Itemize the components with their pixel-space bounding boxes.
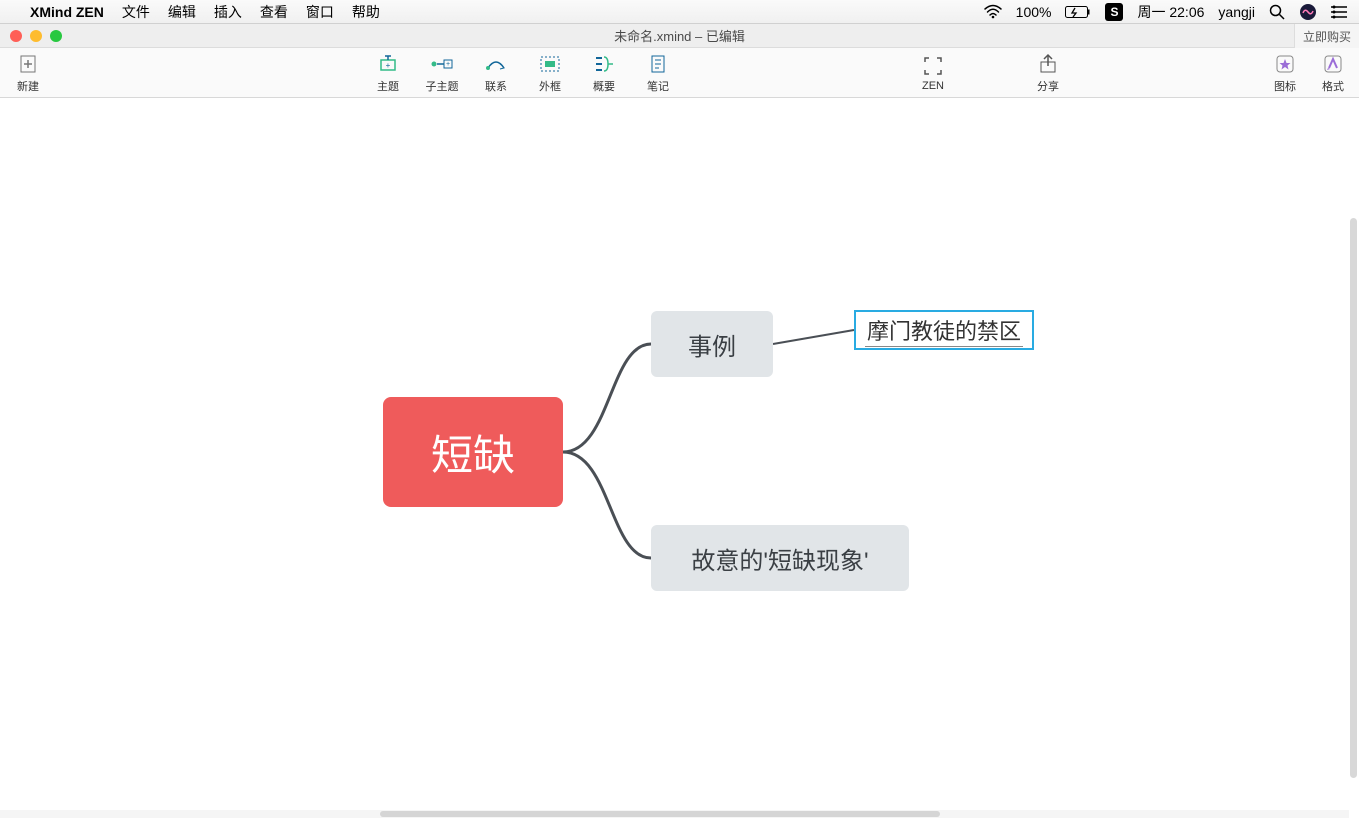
relationship-label: 联系 — [485, 78, 507, 94]
notes-icon — [646, 52, 670, 76]
share-label: 分享 — [1037, 78, 1059, 94]
relationship-button[interactable]: 联系 — [478, 52, 514, 94]
subtopic-button[interactable]: + 子主题 — [424, 52, 460, 94]
menu-window[interactable]: 窗口 — [306, 2, 334, 22]
toolbar: 新建 + 主题 + 子主题 联系 外框 — [0, 48, 1359, 98]
document-title: 未命名.xmind – 已编辑 — [614, 26, 745, 45]
window-titlebar: 未命名.xmind – 已编辑 立即购买 — [0, 24, 1359, 48]
boundary-label: 外框 — [539, 78, 561, 94]
zen-button[interactable]: ZEN — [915, 54, 951, 92]
new-button[interactable]: 新建 — [10, 52, 46, 94]
format-label: 格式 — [1322, 78, 1344, 94]
relationship-icon — [484, 52, 508, 76]
buy-now-button[interactable]: 立即购买 — [1294, 24, 1359, 48]
format-button[interactable]: 格式 — [1315, 52, 1351, 94]
iconset-label: 图标 — [1274, 78, 1296, 94]
menu-file[interactable]: 文件 — [122, 2, 150, 22]
datetime[interactable]: 周一 22:06 — [1137, 2, 1204, 22]
mindmap-canvas[interactable]: 短缺 事例 故意的'短缺现象' 摩门教徒的禁区 — [0, 98, 1359, 810]
subtopic-node-1[interactable]: 事例 — [651, 311, 773, 377]
notification-center-icon[interactable] — [1331, 5, 1347, 19]
siri-icon[interactable] — [1299, 3, 1317, 21]
notes-label: 笔记 — [647, 78, 669, 94]
boundary-button[interactable]: 外框 — [532, 52, 568, 94]
vertical-scrollbar[interactable] — [1350, 218, 1357, 778]
subtopic-node-2[interactable]: 故意的'短缺现象' — [651, 525, 909, 591]
window-controls — [0, 30, 62, 42]
subtopic-icon: + — [430, 52, 454, 76]
topic-icon: + — [376, 52, 400, 76]
summary-icon — [592, 52, 616, 76]
new-icon — [16, 52, 40, 76]
username[interactable]: yangji — [1218, 4, 1255, 20]
menu-insert[interactable]: 插入 — [214, 2, 242, 22]
window-close-button[interactable] — [10, 30, 22, 42]
window-maximize-button[interactable] — [50, 30, 62, 42]
macos-menubar: XMind ZEN 文件 编辑 插入 查看 窗口 帮助 100% S 周一 22… — [0, 0, 1359, 24]
topic-button[interactable]: + 主题 — [370, 52, 406, 94]
menu-help[interactable]: 帮助 — [352, 2, 380, 22]
iconset-icon — [1273, 52, 1297, 76]
topic-label: 主题 — [377, 78, 399, 94]
summary-button[interactable]: 概要 — [586, 52, 622, 94]
subtopic-label: 子主题 — [426, 78, 459, 94]
menu-view[interactable]: 查看 — [260, 2, 288, 22]
editing-topic-node[interactable]: 摩门教徒的禁区 — [854, 310, 1034, 350]
share-button[interactable]: 分享 — [1030, 52, 1066, 94]
battery-icon[interactable] — [1065, 5, 1091, 19]
subtopic-1-text: 事例 — [688, 327, 736, 362]
editing-topic-text: 摩门教徒的禁区 — [865, 314, 1023, 347]
share-icon — [1036, 52, 1060, 76]
sogou-input-icon[interactable]: S — [1105, 3, 1123, 21]
summary-label: 概要 — [593, 78, 615, 94]
central-topic-text: 短缺 — [431, 422, 515, 483]
format-icon — [1321, 52, 1345, 76]
connectors — [0, 98, 1359, 810]
svg-text:+: + — [386, 61, 391, 70]
app-name[interactable]: XMind ZEN — [30, 4, 104, 20]
spotlight-icon[interactable] — [1269, 4, 1285, 20]
iconset-button[interactable]: 图标 — [1267, 52, 1303, 94]
battery-percent: 100% — [1016, 4, 1052, 20]
central-topic-node[interactable]: 短缺 — [383, 397, 563, 507]
boundary-icon — [538, 52, 562, 76]
menu-edit[interactable]: 编辑 — [168, 2, 196, 22]
notes-button[interactable]: 笔记 — [640, 52, 676, 94]
zen-icon — [921, 54, 945, 78]
zen-label: ZEN — [922, 80, 944, 92]
svg-text:+: + — [446, 61, 450, 68]
subtopic-2-text: 故意的'短缺现象' — [691, 541, 868, 576]
wifi-icon[interactable] — [984, 5, 1002, 19]
horizontal-scrollbar[interactable] — [380, 811, 940, 817]
window-minimize-button[interactable] — [30, 30, 42, 42]
new-label: 新建 — [17, 78, 39, 94]
